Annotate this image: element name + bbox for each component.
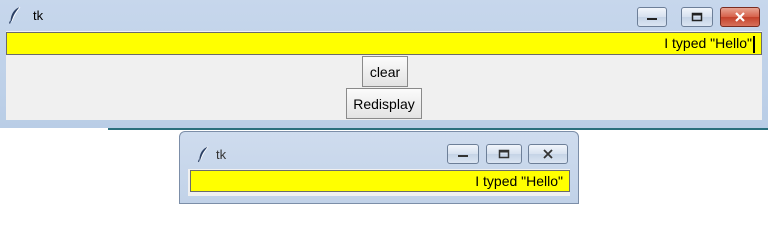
- clear-button[interactable]: clear: [362, 56, 408, 87]
- minimize-button[interactable]: [637, 7, 667, 27]
- main-window-titlebar[interactable]: tk: [0, 0, 768, 31]
- popup-window-content: I typed "Hello": [188, 169, 570, 196]
- redisplay-button[interactable]: Redisplay: [346, 88, 422, 119]
- close-icon: [543, 149, 553, 159]
- entry-text: I typed "Hello": [664, 35, 752, 51]
- feather-icon: [197, 146, 209, 163]
- text-entry[interactable]: I typed "Hello": [6, 32, 762, 55]
- popup-close-button[interactable]: [528, 144, 568, 164]
- feather-icon: [8, 6, 21, 24]
- popup-window-title: tk: [216, 147, 227, 162]
- window-border-line: [108, 128, 768, 130]
- close-button[interactable]: [720, 7, 760, 27]
- window-title: tk: [33, 8, 44, 23]
- minimize-icon: [458, 155, 468, 157]
- desktop: tk I typed "Hello" clear Redisplay tk I …: [0, 0, 768, 209]
- popup-maximize-button[interactable]: [486, 144, 522, 164]
- text-cursor: [753, 35, 755, 53]
- main-window: tk I typed "Hello" clear Redisplay: [0, 0, 768, 128]
- popup-text-entry[interactable]: I typed "Hello": [190, 170, 570, 192]
- maximize-icon: [498, 149, 510, 159]
- popup-minimize-button[interactable]: [447, 144, 479, 164]
- main-window-content: I typed "Hello" clear Redisplay: [6, 31, 762, 120]
- popup-entry-text: I typed "Hello": [475, 173, 563, 189]
- maximize-icon: [691, 12, 703, 22]
- close-icon: [735, 12, 745, 22]
- popup-window: tk I typed "Hello": [179, 131, 579, 204]
- maximize-button[interactable]: [681, 7, 713, 27]
- minimize-icon: [647, 18, 657, 20]
